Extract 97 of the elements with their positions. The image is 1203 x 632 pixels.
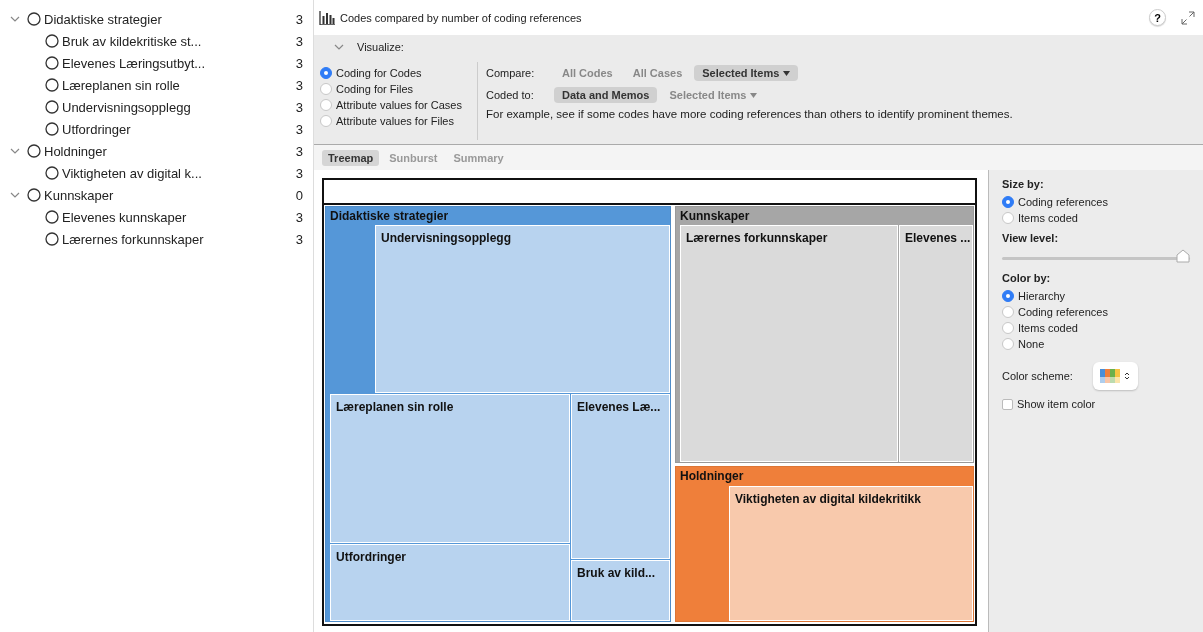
tree-item[interactable]: Didaktiske strategier — [44, 11, 291, 27]
reference-count: 3 — [294, 99, 303, 115]
code-circle-icon — [27, 188, 41, 202]
color-scheme-button[interactable] — [1092, 362, 1138, 390]
view-title: Codes compared by number of coding references — [340, 11, 583, 24]
radio-label: Hierarchy — [1018, 290, 1066, 302]
code-circle-icon — [45, 166, 59, 180]
code-circle-icon — [27, 144, 41, 158]
hint-text: For example, see if some codes have more coding references than others to identify prominent themes. — [486, 108, 1013, 120]
code-circle-icon — [45, 210, 59, 224]
code-circle-icon — [45, 122, 59, 136]
reference-count: 3 — [294, 33, 303, 49]
radio-label: None — [1018, 338, 1045, 350]
tile-label: Viktigheten av digital kildekritikk — [735, 492, 921, 506]
view-level-heading: View level: — [1002, 232, 1060, 244]
radio-label: Attribute values for Cases — [336, 99, 462, 111]
tree-item[interactable]: Kunnskaper — [44, 187, 291, 203]
tree-item[interactable]: Elevenes kunnskaper — [62, 209, 291, 225]
compare-label: Compare: — [486, 67, 536, 79]
tree-item[interactable]: Viktigheten av digital k... — [62, 165, 291, 181]
code-circle-icon — [45, 232, 59, 246]
radio-label: Coding references — [1018, 196, 1108, 208]
radio-label: Items coded — [1018, 322, 1078, 334]
reference-count: 3 — [294, 209, 303, 225]
tree-item[interactable]: Bruk av kildekritiske st... — [62, 33, 291, 49]
treemap-tile[interactable]: Utfordringer — [330, 544, 570, 621]
reference-count: 3 — [294, 143, 303, 159]
tree-item[interactable]: Undervisningsopplegg — [62, 99, 291, 115]
view-tab[interactable]: Treemap — [322, 149, 380, 166]
radio-label: Items coded — [1018, 212, 1078, 224]
treemap-tile[interactable]: Bruk av kild... — [571, 560, 670, 621]
group-label: Holdninger — [680, 469, 744, 483]
group-label: Didaktiske strategier — [330, 209, 449, 223]
tree-item[interactable]: Lærernes forkunnskaper — [62, 231, 291, 247]
bar-chart-icon — [319, 10, 335, 25]
color-swatch-icon — [1100, 369, 1121, 383]
stepper-icon — [1124, 371, 1131, 381]
radio-button[interactable] — [1002, 306, 1014, 318]
radio-button[interactable] — [1002, 196, 1014, 208]
tile-label: Lærernes forkunnskaper — [686, 231, 828, 245]
code-circle-icon — [45, 34, 59, 48]
tree-item[interactable]: Læreplanen sin rolle — [62, 77, 291, 93]
treemap-group[interactable]: Didaktiske strategier Undervisningsopplegg Læreplanen sin rolle Elevenes Læ... Utfordringer Bruk av kild... — [325, 206, 671, 622]
treemap-tile[interactable]: Elevenes Læ... — [571, 394, 670, 559]
reference-count: 3 — [294, 121, 303, 137]
view-level-slider[interactable] — [1002, 248, 1190, 264]
treemap-tile[interactable]: Elevenes ... — [899, 225, 973, 462]
treemap-group[interactable]: Holdninger Viktigheten av digital kildekritikk — [675, 466, 974, 622]
reference-count: 0 — [294, 187, 303, 203]
treemap-tile[interactable]: Læreplanen sin rolle — [330, 394, 570, 543]
checkbox[interactable] — [1002, 398, 1013, 410]
color-by-heading: Color by: — [1002, 272, 1052, 284]
tile-label: Bruk av kild... — [577, 566, 656, 580]
section-label: Visualize: — [357, 41, 404, 53]
treemap-tile[interactable]: Undervisningsopplegg — [375, 225, 670, 393]
radio-button[interactable] — [320, 99, 332, 111]
reference-count: 3 — [294, 165, 303, 181]
reference-count: 3 — [294, 55, 303, 71]
treemap-tile[interactable]: Lærernes forkunnskaper — [680, 225, 898, 462]
tile-label: Læreplanen sin rolle — [336, 400, 454, 414]
segment-button[interactable]: Selected Items — [694, 65, 799, 81]
radio-label: Coding references — [1018, 306, 1108, 318]
expand-icon[interactable] — [1181, 10, 1195, 25]
radio-button[interactable] — [320, 83, 332, 95]
radio-button[interactable] — [1002, 322, 1014, 334]
tree-item[interactable]: Holdninger — [44, 143, 291, 159]
checkbox-label: Show item color — [1017, 398, 1096, 410]
radio-button[interactable] — [320, 115, 332, 127]
treemap-tile[interactable]: Viktigheten av digital kildekritikk — [729, 486, 973, 621]
tile-label: Elevenes Læ... — [577, 400, 661, 414]
radio-label: Coding for Files — [336, 83, 414, 95]
coded-to-label: Coded to: — [486, 89, 535, 101]
tile-label: Elevenes ... — [905, 231, 971, 245]
radio-label: Coding for Codes — [336, 67, 422, 79]
code-circle-icon — [45, 56, 59, 70]
tree-item[interactable]: Elevenes Læringsutbyt... — [62, 55, 291, 71]
radio-button[interactable] — [1002, 338, 1014, 350]
color-scheme-label: Color scheme: — [1002, 370, 1073, 382]
tile-label: Undervisningsopplegg — [381, 231, 511, 245]
code-circle-icon — [45, 78, 59, 92]
segment-button[interactable]: Data and Memos — [554, 87, 658, 103]
reference-count: 3 — [294, 77, 303, 93]
slider-thumb[interactable] — [1176, 249, 1190, 263]
reference-count: 3 — [294, 11, 303, 27]
treemap-group[interactable]: Kunnskaper Lærernes forkunnskaper Elevenes ... — [675, 206, 974, 463]
radio-label: Attribute values for Files — [336, 115, 454, 127]
reference-count: 3 — [294, 231, 303, 247]
code-circle-icon — [27, 12, 41, 26]
code-circle-icon — [45, 100, 59, 114]
radio-button[interactable] — [320, 67, 332, 79]
group-label: Kunnskaper — [680, 209, 750, 223]
size-by-heading: Size by: — [1002, 178, 1045, 190]
radio-button[interactable] — [1002, 290, 1014, 302]
help-button[interactable]: ? — [1149, 9, 1166, 26]
radio-button[interactable] — [1002, 212, 1014, 224]
tree-item[interactable]: Utfordringer — [62, 121, 291, 137]
tile-label: Utfordringer — [336, 550, 406, 564]
